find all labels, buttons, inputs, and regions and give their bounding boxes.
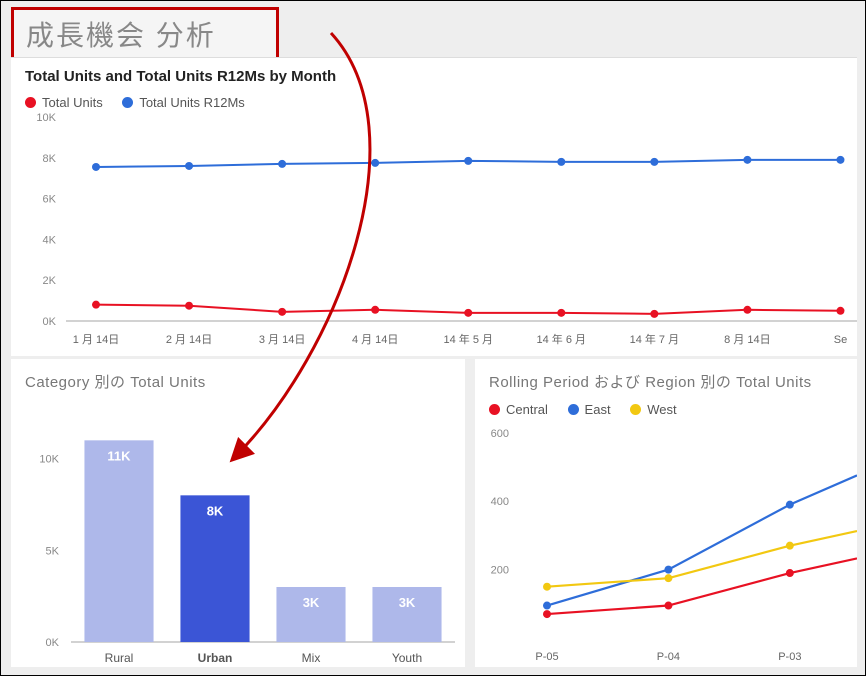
svg-text:4K: 4K <box>43 234 57 246</box>
legend-item-central[interactable]: Central <box>489 402 548 417</box>
svg-text:8 月 14日: 8 月 14日 <box>724 334 770 346</box>
svg-text:14 年 5 月: 14 年 5 月 <box>443 332 493 346</box>
svg-text:3K: 3K <box>399 595 416 610</box>
svg-text:0K: 0K <box>46 637 60 649</box>
svg-text:3K: 3K <box>303 595 320 610</box>
svg-text:5K: 5K <box>46 545 60 557</box>
top-chart-canvas[interactable]: 0K 2K 4K 6K 8K 10K 1 月 14日 2 月 14日 3 月 14日 4 月 14… <box>11 111 857 351</box>
region-chart-canvas[interactable]: 200 400 600 P-05 P-04 P-03 <box>475 418 857 668</box>
legend-dot-icon <box>630 404 641 415</box>
svg-text:Rural: Rural <box>105 651 134 665</box>
svg-text:Mix: Mix <box>302 651 321 665</box>
legend-label: Central <box>506 402 548 417</box>
svg-text:P-05: P-05 <box>535 651 558 663</box>
svg-text:8K: 8K <box>43 153 57 165</box>
region-chart-panel[interactable]: Rolling Period および Region 別の Total Units… <box>475 359 857 667</box>
region-chart-title: Rolling Period および Region 別の Total Units <box>475 359 857 392</box>
svg-text:Youth: Youth <box>392 651 422 665</box>
legend-dot-icon <box>122 97 133 108</box>
svg-text:11K: 11K <box>107 448 131 463</box>
legend-label: East <box>585 402 611 417</box>
svg-text:1 月 14日: 1 月 14日 <box>73 334 119 346</box>
dashboard-title: 成長機会 分析 <box>26 20 216 51</box>
svg-text:10K: 10K <box>36 112 56 124</box>
svg-text:4 月 14日: 4 月 14日 <box>352 334 398 346</box>
svg-text:2K: 2K <box>43 275 57 287</box>
dashboard-frame: 成長機会 分析 Total Units and Total Units R12M… <box>0 0 866 676</box>
svg-text:P-04: P-04 <box>657 651 680 663</box>
top-chart-legend: Total Units Total Units R12Ms <box>11 85 857 111</box>
legend-item-west[interactable]: West <box>630 402 676 417</box>
legend-label: Total Units <box>42 95 103 110</box>
svg-text:Urban: Urban <box>198 651 233 665</box>
svg-text:14 年 6 月: 14 年 6 月 <box>537 332 587 346</box>
legend-dot-icon <box>25 97 36 108</box>
svg-text:400: 400 <box>491 496 509 508</box>
legend-label: Total Units R12Ms <box>139 95 244 110</box>
svg-text:P-03: P-03 <box>778 651 801 663</box>
category-chart-canvas[interactable]: 0K 5K 10K 11K Rural 8K Urban 3K Mix 3K Youth <box>11 392 465 672</box>
svg-text:6K: 6K <box>43 194 57 206</box>
legend-label: West <box>647 402 676 417</box>
top-chart-panel[interactable]: Total Units and Total Units R12Ms by Mon… <box>11 57 857 356</box>
legend-item-total-units[interactable]: Total Units <box>25 95 103 110</box>
svg-text:0K: 0K <box>43 316 57 328</box>
legend-dot-icon <box>489 404 500 415</box>
svg-text:Se: Se <box>834 334 847 346</box>
svg-text:2 月 14日: 2 月 14日 <box>166 334 212 346</box>
svg-text:600: 600 <box>491 428 509 440</box>
legend-dot-icon <box>568 404 579 415</box>
legend-item-r12ms[interactable]: Total Units R12Ms <box>122 95 244 110</box>
dashboard-header: 成長機会 分析 <box>11 7 279 63</box>
svg-text:200: 200 <box>491 565 509 577</box>
title-highlight-box: 成長機会 分析 <box>11 7 279 63</box>
category-chart-title: Category 別の Total Units <box>11 359 465 392</box>
category-chart-panel[interactable]: Category 別の Total Units 0K 5K 10K 11K Rural 8… <box>11 359 465 667</box>
region-chart-legend: Central East West <box>475 392 857 418</box>
svg-text:10K: 10K <box>39 454 59 466</box>
legend-item-east[interactable]: East <box>568 402 611 417</box>
top-chart-title: Total Units and Total Units R12Ms by Mon… <box>11 58 857 85</box>
svg-text:14 年 7 月: 14 年 7 月 <box>630 332 680 346</box>
svg-text:8K: 8K <box>207 503 224 518</box>
svg-text:3 月 14日: 3 月 14日 <box>259 334 305 346</box>
